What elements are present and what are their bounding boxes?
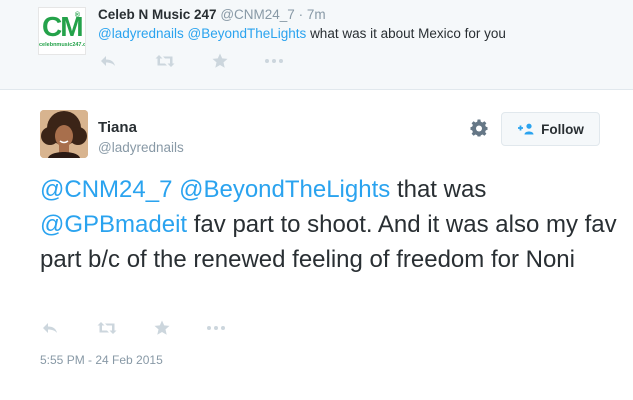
- tweet-timestamp[interactable]: 5:55 PM - 24 Feb 2015: [40, 353, 163, 367]
- parent-text-body: what was it about Mexico for you: [310, 26, 506, 41]
- parent-tweet[interactable]: CM ® celebnmusic247.com Celeb N Music 24…: [0, 0, 633, 90]
- mention-link[interactable]: @GPBmadeit: [40, 211, 187, 238]
- logo-site-text: celebnmusic247.com: [39, 42, 86, 48]
- parent-header: Celeb N Music 247 @CNM24_7 · 7m: [98, 7, 326, 22]
- author-avatar[interactable]: [40, 110, 88, 158]
- parent-text: @ladyrednails @BeyondTheLights what was …: [98, 26, 506, 41]
- follow-label: Follow: [541, 121, 584, 137]
- parent-display-name[interactable]: Celeb N Music 247: [98, 7, 217, 22]
- mention-link[interactable]: @ladyrednails: [98, 26, 184, 41]
- parent-actions: [98, 52, 284, 70]
- more-icon[interactable]: [264, 52, 284, 70]
- favorite-icon[interactable]: [153, 319, 171, 337]
- reply-icon[interactable]: [98, 52, 118, 70]
- parent-avatar[interactable]: CM ® celebnmusic247.com: [38, 7, 86, 55]
- tweet-text-part: that was: [396, 176, 487, 203]
- follow-person-icon: [517, 123, 535, 135]
- parent-separator: ·: [298, 7, 304, 22]
- tweet-text: @CNM24_7 @BeyondTheLights that was @GPBm…: [40, 172, 620, 277]
- tweet-page: CM ® celebnmusic247.com Celeb N Music 24…: [0, 0, 633, 400]
- gear-icon[interactable]: [470, 119, 488, 137]
- reply-icon[interactable]: [40, 319, 60, 337]
- parent-handle[interactable]: @CNM24_7: [220, 7, 294, 22]
- retweet-icon[interactable]: [97, 319, 117, 337]
- mention-link[interactable]: @CNM24_7: [40, 176, 172, 203]
- author-handle[interactable]: @ladyrednails: [98, 140, 184, 155]
- more-icon[interactable]: [206, 319, 226, 337]
- tweet-actions: [40, 319, 226, 337]
- author-display-name[interactable]: Tiana: [98, 119, 137, 136]
- parent-time[interactable]: 7m: [307, 7, 326, 22]
- retweet-icon[interactable]: [155, 52, 175, 70]
- mention-link[interactable]: @BeyondTheLights: [179, 176, 390, 203]
- logo-registered-mark: ®: [74, 12, 80, 19]
- mention-link[interactable]: @BeyondTheLights: [188, 26, 307, 41]
- favorite-icon[interactable]: [211, 52, 229, 70]
- follow-button[interactable]: Follow: [501, 112, 600, 146]
